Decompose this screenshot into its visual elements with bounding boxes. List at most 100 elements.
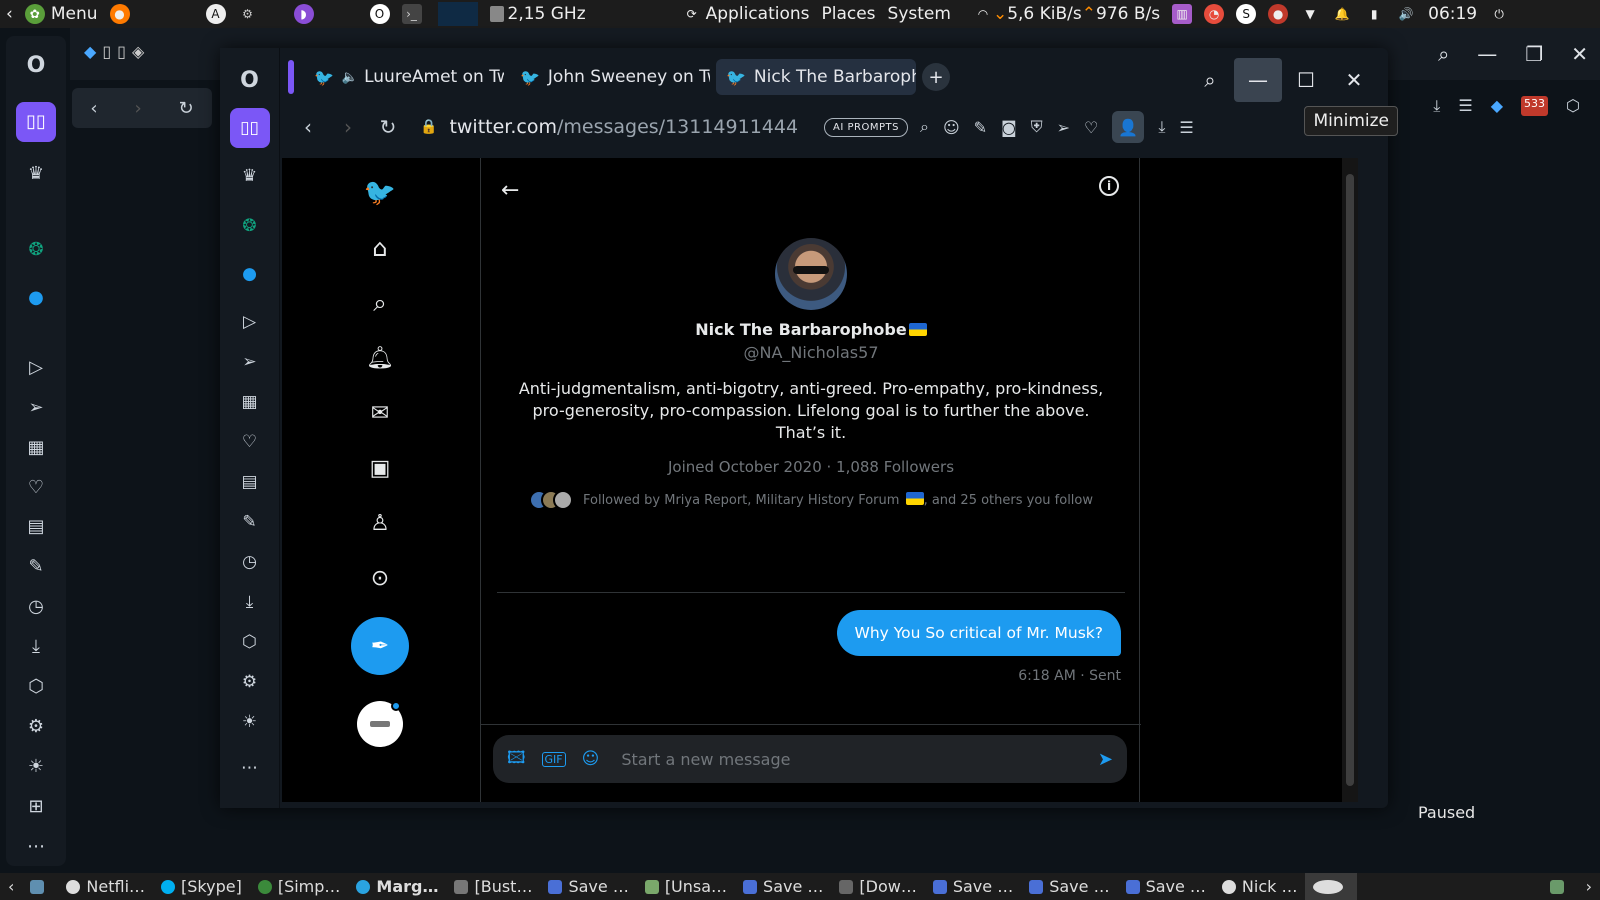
easy-setup-icon[interactable]: ☰ xyxy=(1179,118,1193,137)
bg-download-icon[interactable]: ⤓ xyxy=(16,627,56,667)
task-unsa[interactable]: [Unsa… xyxy=(637,873,735,900)
address-bar[interactable]: 🔒 twitter.com/messages/13114911444 xyxy=(420,116,798,138)
more-icon[interactable]: ⋯ xyxy=(230,748,270,788)
scrollbar-thumb[interactable] xyxy=(1346,174,1354,786)
tray-notifications[interactable]: 🔔 xyxy=(1332,4,1352,24)
tab-luureamet[interactable]: 🐦 🔈 LuureAmet on Tw xyxy=(304,59,504,95)
followed-by-row[interactable]: Followed by Mriya Report, Military Histo… xyxy=(481,490,1141,510)
launcher-a[interactable]: A xyxy=(205,4,226,24)
bg-play-icon[interactable]: ▷ xyxy=(16,347,56,387)
bg-diamond-icon[interactable]: ◆ xyxy=(84,42,96,61)
bookmark-heart-icon[interactable]: ♡ xyxy=(1084,118,1098,137)
back-arrow-icon[interactable]: ← xyxy=(501,178,519,203)
taskbar-scroll-right[interactable]: › xyxy=(1578,873,1600,900)
history-icon[interactable]: ◷ xyxy=(230,542,270,582)
bg-dl-icon[interactable]: ⤓ xyxy=(1433,96,1440,116)
bg-close-icon[interactable]: ✕ xyxy=(1571,42,1588,66)
bg-doc-icon-2[interactable]: ▯ xyxy=(117,42,126,61)
bg-easy-setup-icon[interactable]: ☰ xyxy=(1458,96,1472,116)
bg-reader-icon[interactable]: ▯▯ xyxy=(16,101,56,142)
tray-battery[interactable]: ▮ xyxy=(1364,4,1384,24)
tray-record[interactable]: ● xyxy=(1268,4,1289,24)
shield-check-icon[interactable]: ⛨ xyxy=(1031,117,1043,137)
bg-twitter-icon[interactable]: ● xyxy=(16,278,56,318)
tab-john-sweeney[interactable]: 🐦 John Sweeney on Tw xyxy=(510,59,710,95)
bg-news-icon[interactable]: ▤ xyxy=(16,507,56,547)
task-save-5[interactable]: Save … xyxy=(1118,873,1214,900)
tray-clock-app[interactable]: ◔ xyxy=(1204,4,1225,24)
maximize-button[interactable]: ☐ xyxy=(1282,58,1330,102)
bg-restore-icon[interactable]: ❐ xyxy=(1525,42,1543,66)
info-icon[interactable]: i xyxy=(1099,176,1119,196)
applications-menu[interactable]: ⟳ Applications xyxy=(682,4,810,24)
bg-more-icon[interactable]: ⋯ xyxy=(16,826,56,866)
profile-avatar[interactable] xyxy=(775,238,847,310)
task-save-3[interactable]: Save … xyxy=(925,873,1021,900)
taskbar-scroll-left[interactable]: ‹ xyxy=(0,873,22,900)
back-button[interactable]: ‹ xyxy=(288,115,328,139)
camera-icon[interactable]: ◙ xyxy=(1001,118,1017,137)
task-dow[interactable]: [Dow… xyxy=(831,873,924,900)
reload-button[interactable]: ↻ xyxy=(368,115,408,139)
tab-nick[interactable]: 🐦 Nick The Barbaropho xyxy=(716,59,916,95)
bg-minimize-icon[interactable]: — xyxy=(1477,42,1497,66)
emoji-icon[interactable]: ☺ xyxy=(582,749,600,769)
task-bust[interactable]: [Bust… xyxy=(446,873,540,900)
tray-volume[interactable]: 🔊 xyxy=(1396,4,1416,24)
tray-skype[interactable]: S xyxy=(1236,4,1257,24)
minimize-button[interactable]: — xyxy=(1234,58,1282,102)
task-save-2[interactable]: Save … xyxy=(735,873,831,900)
bg-edit-icon[interactable]: ✎ xyxy=(16,547,56,587)
bg-pin-icon[interactable]: ◈ xyxy=(132,42,144,61)
nav-messages[interactable]: ✉ xyxy=(355,388,405,438)
bg-forward-icon[interactable]: › xyxy=(134,98,141,119)
send-icon[interactable]: ➢ xyxy=(230,342,270,382)
tab-search-button[interactable]: ⌕ xyxy=(1186,58,1234,102)
bg-settings-icon[interactable]: ⚙ xyxy=(16,706,56,746)
toolbar-download-icon[interactable]: ⤓ xyxy=(1158,117,1165,137)
sent-message-bubble[interactable]: Why You So critical of Mr. Musk? xyxy=(836,610,1121,656)
player-icon[interactable]: ▷ xyxy=(230,302,270,342)
trash-button[interactable] xyxy=(1542,873,1578,900)
bg-plus-icon[interactable]: ⊞ xyxy=(16,786,56,826)
nav-twitter-blue[interactable]: ▣ xyxy=(355,443,405,493)
bg-search-icon[interactable]: ⌕ xyxy=(1438,42,1449,66)
tray-audio-viz[interactable]: ▥ xyxy=(1172,4,1193,24)
firefox-launcher[interactable]: ● xyxy=(109,4,130,24)
system-menu[interactable]: System xyxy=(888,4,951,24)
grid-icon[interactable]: ▦ xyxy=(230,382,270,422)
clock[interactable]: 06:19 xyxy=(1428,4,1477,24)
opera-logo-icon[interactable]: O xyxy=(16,46,56,86)
bg-crown-icon[interactable]: ♛ xyxy=(16,154,56,194)
launcher-terminal[interactable]: ›_ xyxy=(401,4,422,24)
profile-name[interactable]: Nick The Barbarophobe xyxy=(481,320,1141,339)
task-save-4[interactable]: Save … xyxy=(1021,873,1117,900)
bg-reload-icon[interactable]: ↻ xyxy=(178,98,193,119)
tray-vpn[interactable]: ▼ xyxy=(1300,4,1320,24)
bg-doc-icon[interactable]: ▯ xyxy=(102,42,111,61)
cube-icon[interactable]: ⬡ xyxy=(230,622,270,662)
ai-prompts-button[interactable]: AI PROMPTS xyxy=(824,117,908,137)
download-icon[interactable]: ⤓ xyxy=(230,582,270,622)
edit-icon[interactable]: ✎ xyxy=(230,502,270,542)
bg-chatgpt-icon[interactable]: ❂ xyxy=(16,230,56,270)
chatgpt-icon[interactable]: ❂ xyxy=(230,206,270,246)
launcher-podcast[interactable]: ◗ xyxy=(293,4,314,24)
twitter-sidebar-icon[interactable]: ● xyxy=(230,254,270,294)
task-simp[interactable]: [Simp… xyxy=(250,873,349,900)
task-skype[interactable]: [Skype] xyxy=(153,873,250,900)
bulb-icon[interactable]: ☀ xyxy=(230,702,270,742)
nav-profile[interactable]: ♙ xyxy=(355,498,405,548)
crown-icon[interactable]: ♛ xyxy=(230,156,270,196)
twitter-logo-icon[interactable]: 🐦 xyxy=(355,168,405,218)
new-tab-button[interactable]: + xyxy=(922,63,950,91)
close-button[interactable]: ✕ xyxy=(1330,58,1378,102)
send-icon[interactable]: ➤ xyxy=(1098,749,1113,770)
task-opera-active[interactable] xyxy=(1305,873,1358,900)
message-input[interactable]: Start a new message xyxy=(621,750,1098,769)
forward-button[interactable]: › xyxy=(328,115,368,139)
bg-badge-icon[interactable]: 533 xyxy=(1521,96,1549,116)
account-switcher[interactable] xyxy=(357,701,403,747)
opera-logo-icon[interactable]: O xyxy=(230,60,270,100)
places-menu[interactable]: Places xyxy=(821,4,875,24)
